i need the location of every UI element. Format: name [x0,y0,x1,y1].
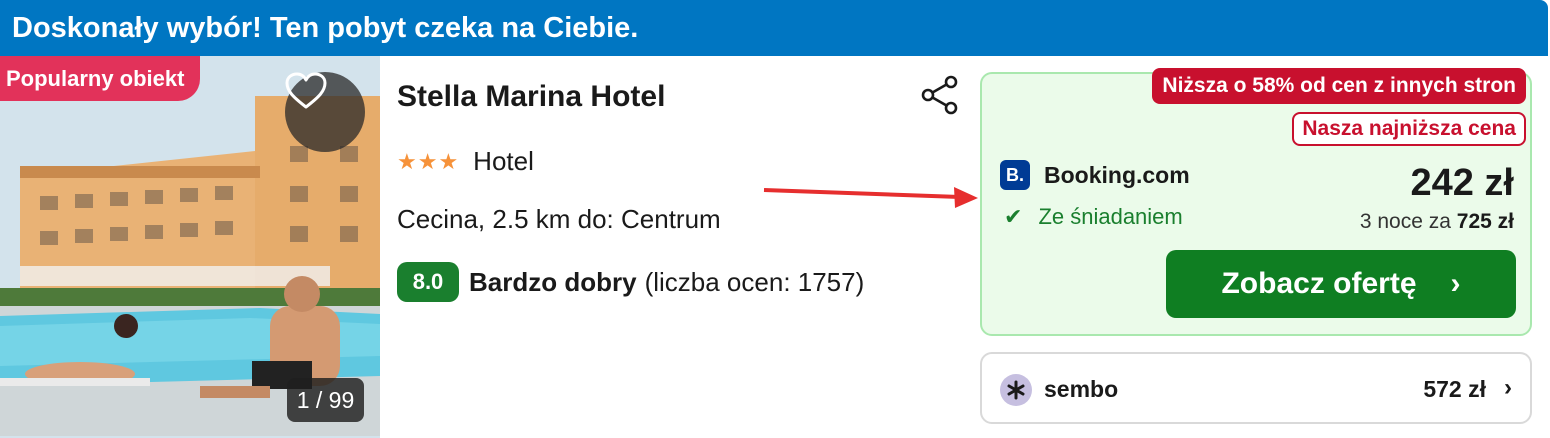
rating-score: 8.0 [397,262,459,302]
heart-icon [285,72,327,109]
check-icon: ✔ [1004,204,1023,229]
total-value: 725 zł [1456,210,1514,233]
rating-label: Bardzo dobry [469,266,637,297]
view-offer-button[interactable]: Zobacz ofertę › [1166,250,1516,318]
hotel-location[interactable]: Cecina, 2.5 km do: Centrum [397,204,721,235]
hotel-info: Stella Marina Hotel ★★★ Hotel Cecina, 2.… [397,56,977,438]
best-deal-card[interactable]: Niższa o 58% od cen z innych stron Nasza… [980,68,1532,336]
alternative-provider-name: sembo [1044,376,1119,402]
rating[interactable]: 8.0 Bardzo dobry (liczba ocen: 1757) [397,262,864,302]
view-offer-label: Zobacz ofertę [1221,267,1417,300]
star-rating: ★★★ [397,148,460,174]
breakfast-label: Ze śniadaniem [1038,204,1183,229]
asterisk-icon [1007,380,1025,400]
sembo-logo-icon [1000,374,1032,406]
share-button[interactable] [919,74,961,116]
savings-badge: Niższa o 58% od cen z innych stron [1152,68,1526,104]
hotel-type: Hotel [473,146,534,176]
favorite-button[interactable] [285,72,365,152]
popular-badge: Popularny obiekt [0,56,201,101]
alternative-offer[interactable]: sembo 572 zł › [980,352,1532,424]
alternative-price: 572 zł [1423,376,1486,402]
total-price: 3 noce za 725 zł [1360,210,1514,234]
total-prefix: 3 noce za [1359,210,1451,233]
breakfast-included: ✔ Ze śniadaniem [1004,204,1183,230]
promo-banner: Doskonały wybór! Ten pobyt czeka na Cieb… [0,0,1548,56]
hotel-class: ★★★ Hotel [397,146,534,177]
booking-logo-icon: B. [1000,160,1030,190]
red-arrow-annotation [763,187,978,208]
nightly-price: 242 zł [1410,162,1514,204]
hotel-photo[interactable]: Popularny obiekt 1 / 99 [0,56,380,438]
lowest-price-badge: Nasza najniższa cena [1292,112,1526,146]
share-icon [921,75,958,115]
rating-count: (liczba ocen: 1757) [644,266,865,297]
hotel-name[interactable]: Stella Marina Hotel [397,80,665,114]
chevron-right-icon: › [1504,374,1512,401]
provider-name: Booking.com [1044,161,1190,188]
chevron-right-icon: › [1450,267,1461,300]
photo-counter: 1 / 99 [287,378,364,422]
provider: B. Booking.com [1000,160,1190,190]
